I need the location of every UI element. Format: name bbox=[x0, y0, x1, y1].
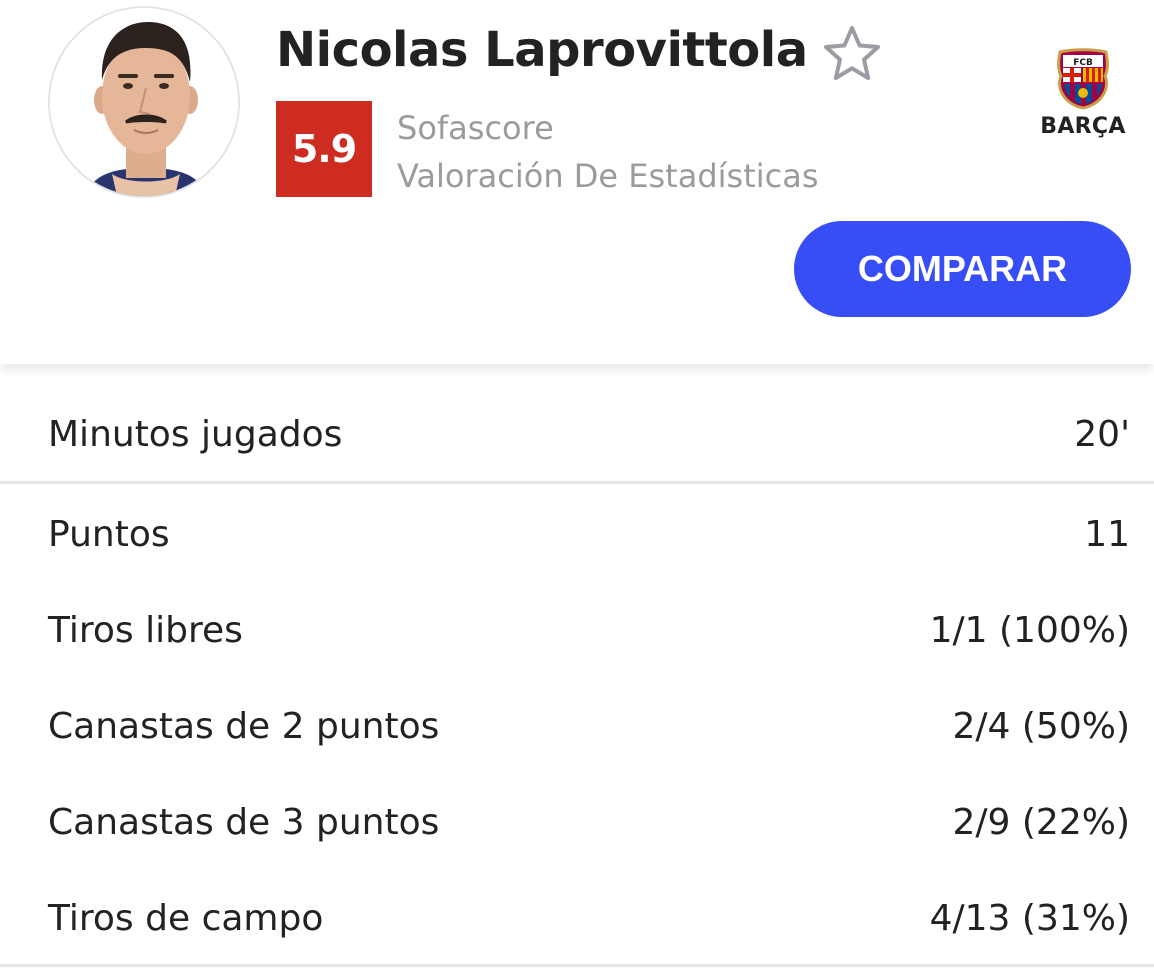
stat-value: 1/1 (100%) bbox=[929, 609, 1130, 651]
rating-source-line1: Sofascore bbox=[397, 109, 554, 147]
stat-row-three-pointers: Canastas de 3 puntos 2/9 (22%) bbox=[0, 784, 1154, 860]
stat-value: 4/13 (31%) bbox=[929, 897, 1130, 939]
club-crest-icon[interactable]: FCB bbox=[1052, 48, 1114, 110]
compare-button[interactable]: COMPARAR bbox=[794, 221, 1131, 317]
stat-label: Minutos jugados bbox=[48, 413, 343, 455]
player-avatar bbox=[48, 6, 240, 198]
stats-list: Minutos jugados 20' Puntos 11 Tiros libr… bbox=[0, 364, 1154, 968]
stat-value: 20' bbox=[1074, 413, 1130, 455]
stat-row-field-goals: Tiros de campo 4/13 (31%) bbox=[0, 880, 1154, 956]
stat-label: Tiros libres bbox=[48, 609, 243, 651]
player-name: Nicolas Laprovittola bbox=[276, 22, 808, 78]
player-header: Nicolas Laprovittola 5.9 Sofascore Valor… bbox=[0, 0, 1154, 364]
stat-label: Tiros de campo bbox=[48, 897, 324, 939]
rating-source-line2: Valoración De Estadísticas bbox=[397, 157, 819, 195]
club-name[interactable]: BARÇA bbox=[1030, 114, 1136, 139]
stat-value: 2/9 (22%) bbox=[952, 801, 1131, 843]
stat-row-minutes: Minutos jugados 20' bbox=[0, 396, 1154, 472]
stat-row-two-pointers: Canastas de 2 puntos 2/4 (50%) bbox=[0, 688, 1154, 764]
rating-badge: 5.9 bbox=[276, 101, 372, 197]
player-photo bbox=[50, 8, 238, 196]
stat-value: 2/4 (50%) bbox=[952, 705, 1131, 747]
favorite-star-icon[interactable] bbox=[822, 24, 882, 82]
stat-row-points: Puntos 11 bbox=[0, 496, 1154, 572]
club-logo-text: FCB bbox=[1073, 58, 1093, 68]
divider bbox=[0, 964, 1154, 967]
stat-label: Canastas de 3 puntos bbox=[48, 801, 440, 843]
stat-label: Puntos bbox=[48, 513, 170, 555]
stat-label: Canastas de 2 puntos bbox=[48, 705, 440, 747]
stat-value: 11 bbox=[1084, 513, 1130, 555]
rating-source: Sofascore Valoración De Estadísticas bbox=[397, 104, 819, 200]
divider bbox=[0, 481, 1154, 484]
stat-row-free-throws: Tiros libres 1/1 (100%) bbox=[0, 592, 1154, 668]
